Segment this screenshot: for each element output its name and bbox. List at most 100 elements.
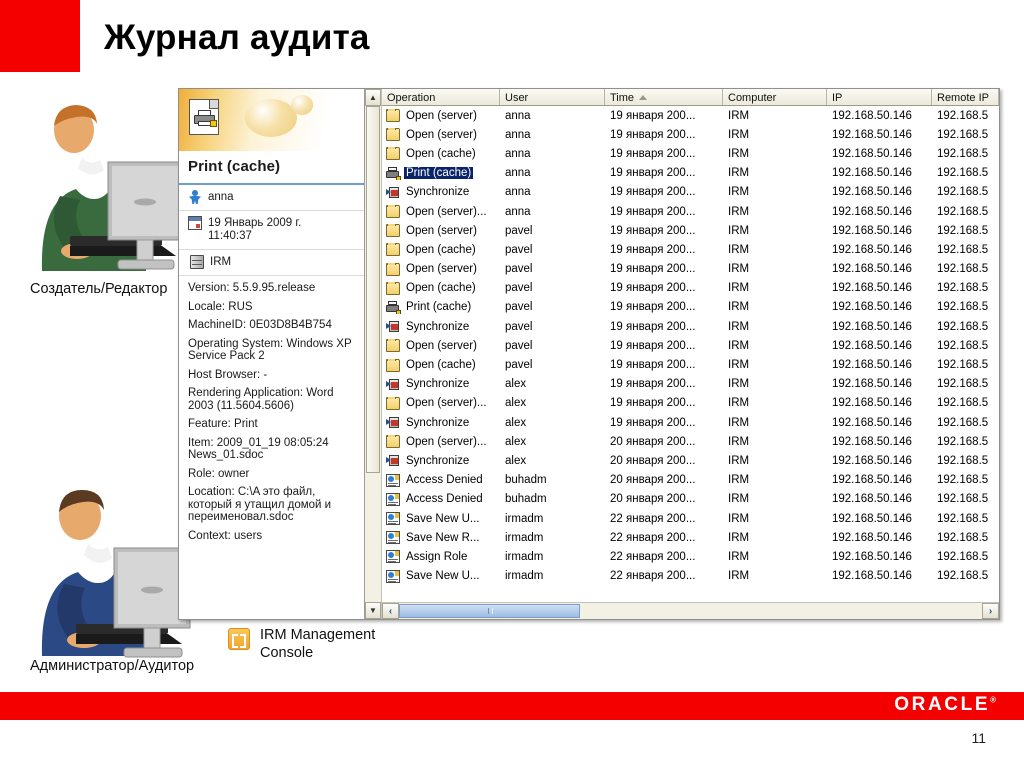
cell-time: 19 января 200...: [610, 128, 696, 141]
scroll-left-button[interactable]: ‹: [382, 603, 399, 619]
operation-label: Save New U...: [406, 512, 480, 525]
column-header-time[interactable]: Time: [605, 89, 723, 105]
table-row[interactable]: Synchronize pavel 19 января 200... IRM 192.1…: [382, 317, 999, 336]
cell-user: anna: [505, 205, 531, 218]
cell-remote-ip: 192.168.5: [937, 397, 989, 410]
vertical-scroll-track[interactable]: [365, 106, 381, 602]
cell-operation: Open (server): [382, 109, 500, 123]
operation-label: Open (cache): [406, 147, 476, 160]
operation-label: Save New R...: [406, 531, 480, 544]
scroll-down-button[interactable]: ▼: [365, 602, 381, 619]
detail-property: Operating System: Windows XP Service Pac…: [188, 337, 352, 363]
table-row[interactable]: Open (cache) pavel 19 января 200... IRM 192.…: [382, 279, 999, 298]
cell-user: anna: [505, 109, 531, 122]
operation-label: Synchronize: [406, 416, 470, 429]
caption-admin-auditor: Администратор/Аудитор: [30, 658, 195, 674]
cell-remote-ip: 192.168.5: [937, 570, 989, 583]
cell-computer: IRM: [728, 109, 750, 122]
vertical-scrollbar[interactable]: ▲ ▼: [365, 89, 382, 619]
table-row[interactable]: Open (cache) pavel 19 января 200... IRM 192.…: [382, 355, 999, 374]
cell-computer: IRM: [728, 301, 750, 314]
cell-time: 20 января 200...: [610, 435, 696, 448]
column-header-remote-ip[interactable]: Remote IP: [932, 89, 999, 105]
details-pane: Print (cache) anna 19 Январь 2009 г. 11:…: [179, 89, 365, 619]
table-row[interactable]: Assign Role irmadm 22 января 200... IRM 192.…: [382, 547, 999, 566]
cell-operation: Synchronize: [382, 186, 500, 199]
column-header-operation[interactable]: Operation: [382, 89, 500, 105]
table-row[interactable]: Open (server)... alex 20 января 200... IRM 1…: [382, 432, 999, 451]
table-row[interactable]: Open (server) pavel 19 января 200... IRM 192…: [382, 336, 999, 355]
cell-operation: Print (cache): [382, 300, 500, 314]
folder-icon: [386, 224, 400, 238]
horizontal-scroll-thumb[interactable]: [399, 604, 580, 618]
cell-remote-ip: 192.168.5: [937, 512, 989, 525]
printer-icon: [386, 300, 401, 314]
detail-properties-list: Version: 5.5.9.95.release Locale: RUS Mach…: [179, 276, 364, 542]
column-header-computer[interactable]: Computer: [723, 89, 827, 105]
operation-label: Open (cache): [406, 282, 476, 295]
cell-computer: IRM: [728, 454, 750, 467]
cell-time: 19 января 200...: [610, 359, 696, 372]
table-row[interactable]: Save New R... irmadm 22 января 200... IRM 19…: [382, 528, 999, 547]
synchronize-icon: [386, 416, 400, 429]
table-row[interactable]: Synchronize alex 19 января 200... IRM 192.16…: [382, 375, 999, 394]
operation-label: Save New U...: [406, 570, 480, 583]
folder-icon: [386, 262, 400, 276]
page-number: 11: [971, 730, 986, 746]
table-row[interactable]: Open (cache) anna 19 января 200... IRM 192.1…: [382, 144, 999, 163]
table-row[interactable]: Print (cache) pavel 19 января 200... IRM 192…: [382, 298, 999, 317]
table-row[interactable]: Open (server)... alex 19 января 200... IRM 1…: [382, 394, 999, 413]
cell-operation: Assign Role: [382, 550, 500, 564]
cell-computer: IRM: [728, 570, 750, 583]
scroll-right-button[interactable]: ›: [982, 603, 999, 619]
table-row[interactable]: Open (server) pavel 19 января 200... IRM 192…: [382, 221, 999, 240]
cell-user: pavel: [505, 243, 533, 256]
cell-time: 19 января 200...: [610, 339, 696, 352]
column-header-user[interactable]: User: [500, 89, 605, 105]
cell-time: 20 января 200...: [610, 454, 696, 467]
operation-label: Open (server): [406, 128, 477, 141]
cell-user: pavel: [505, 339, 533, 352]
operation-label: Synchronize: [406, 378, 470, 391]
cell-time: 22 января 200...: [610, 531, 696, 544]
table-row[interactable]: Synchronize alex 20 января 200... IRM 192.16…: [382, 451, 999, 470]
cell-remote-ip: 192.168.5: [937, 320, 989, 333]
cell-operation: Synchronize: [382, 454, 500, 467]
cell-ip: 192.168.50.146: [832, 512, 912, 525]
table-row[interactable]: Access Denied buhadm 20 января 200... IRM 19…: [382, 471, 999, 490]
table-row[interactable]: Save New U... irmadm 22 января 200... IRM 19…: [382, 567, 999, 586]
scroll-up-button[interactable]: ▲: [365, 89, 381, 106]
cell-remote-ip: 192.168.5: [937, 205, 989, 218]
cell-remote-ip: 192.168.5: [937, 474, 989, 487]
operation-label: Open (server)...: [406, 435, 487, 448]
oracle-logo: ORACLE®: [894, 694, 996, 715]
table-row[interactable]: Open (cache) pavel 19 января 200... IRM 192.…: [382, 240, 999, 259]
table-row[interactable]: Synchronize anna 19 января 200... IRM 192.16…: [382, 183, 999, 202]
detail-user-value: anna: [208, 191, 234, 203]
cell-ip: 192.168.50.146: [832, 167, 912, 180]
cell-ip: 192.168.50.146: [832, 397, 912, 410]
cell-time: 19 января 200...: [610, 301, 696, 314]
table-row[interactable]: Open (server) anna 19 января 200... IRM 192.…: [382, 125, 999, 144]
cell-ip: 192.168.50.146: [832, 550, 912, 563]
column-header-ip[interactable]: IP: [827, 89, 932, 105]
vertical-scroll-thumb[interactable]: [366, 106, 380, 474]
cell-ip: 192.168.50.146: [832, 570, 912, 583]
cell-time: 19 января 200...: [610, 186, 696, 199]
table-row[interactable]: Open (server) anna 19 января 200... IRM 192.…: [382, 106, 999, 125]
table-row[interactable]: Print (cache) anna 19 января 200... IRM 192.…: [382, 164, 999, 183]
horizontal-scroll-track[interactable]: [399, 603, 982, 619]
table-row[interactable]: Access Denied buhadm 20 января 200... IRM 19…: [382, 490, 999, 509]
table-row[interactable]: Open (server) pavel 19 января 200... IRM 192…: [382, 260, 999, 279]
table-row[interactable]: Save New U... irmadm 22 января 200... IRM 19…: [382, 509, 999, 528]
table-row[interactable]: Open (server)... anna 19 января 200... IRM 1…: [382, 202, 999, 221]
cell-time: 19 января 200...: [610, 263, 696, 276]
cell-time: 19 января 200...: [610, 282, 696, 295]
cell-computer: IRM: [728, 359, 750, 372]
detail-row-computer: IRM: [179, 250, 364, 276]
horizontal-scrollbar[interactable]: ‹ ›: [382, 602, 999, 619]
cell-ip: 192.168.50.146: [832, 128, 912, 141]
cell-computer: IRM: [728, 263, 750, 276]
table-row[interactable]: Synchronize alex 19 января 200... IRM 192.16…: [382, 413, 999, 432]
cell-user: pavel: [505, 320, 533, 333]
